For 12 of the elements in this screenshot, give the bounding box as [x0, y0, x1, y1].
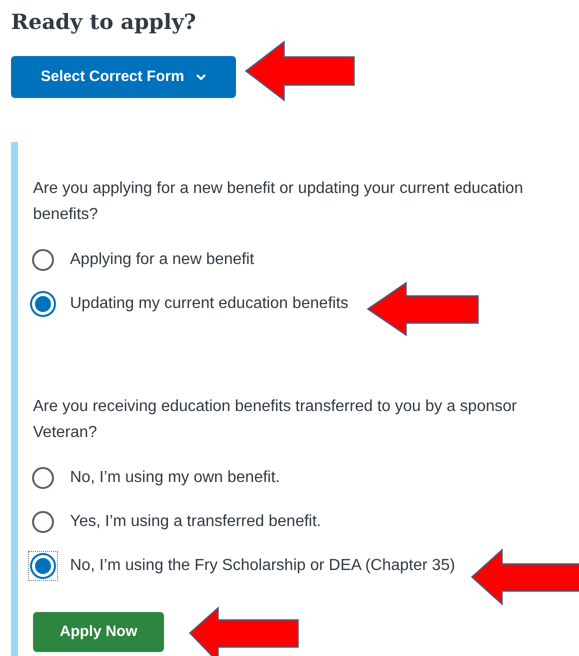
radio-label[interactable]: Yes, I’m using a transferred benefit.	[70, 510, 322, 534]
chevron-icon	[196, 74, 206, 80]
radio-label[interactable]: No, I’m using my own benefit.	[70, 466, 280, 490]
radio-label[interactable]: Applying for a new benefit	[70, 248, 254, 272]
question-text: Are you applying for a new benefit or updating your current education benefits?	[33, 179, 524, 225]
radio-label[interactable]: Updating my current education benefits	[70, 292, 348, 316]
select-form-button[interactable]: Select Correct Form	[11, 56, 236, 98]
question-text: Are you receiving education benefits transferred to you by a sponsor Veteran?	[33, 397, 518, 443]
radio-button[interactable]	[28, 551, 58, 581]
section-heading: Ready to apply?	[11, 8, 196, 36]
apply-now-button[interactable]: Apply Now	[33, 612, 164, 652]
radio-label[interactable]: No, I’m using the Fry Scholarship or DEA (Chapter 35)	[70, 554, 456, 578]
